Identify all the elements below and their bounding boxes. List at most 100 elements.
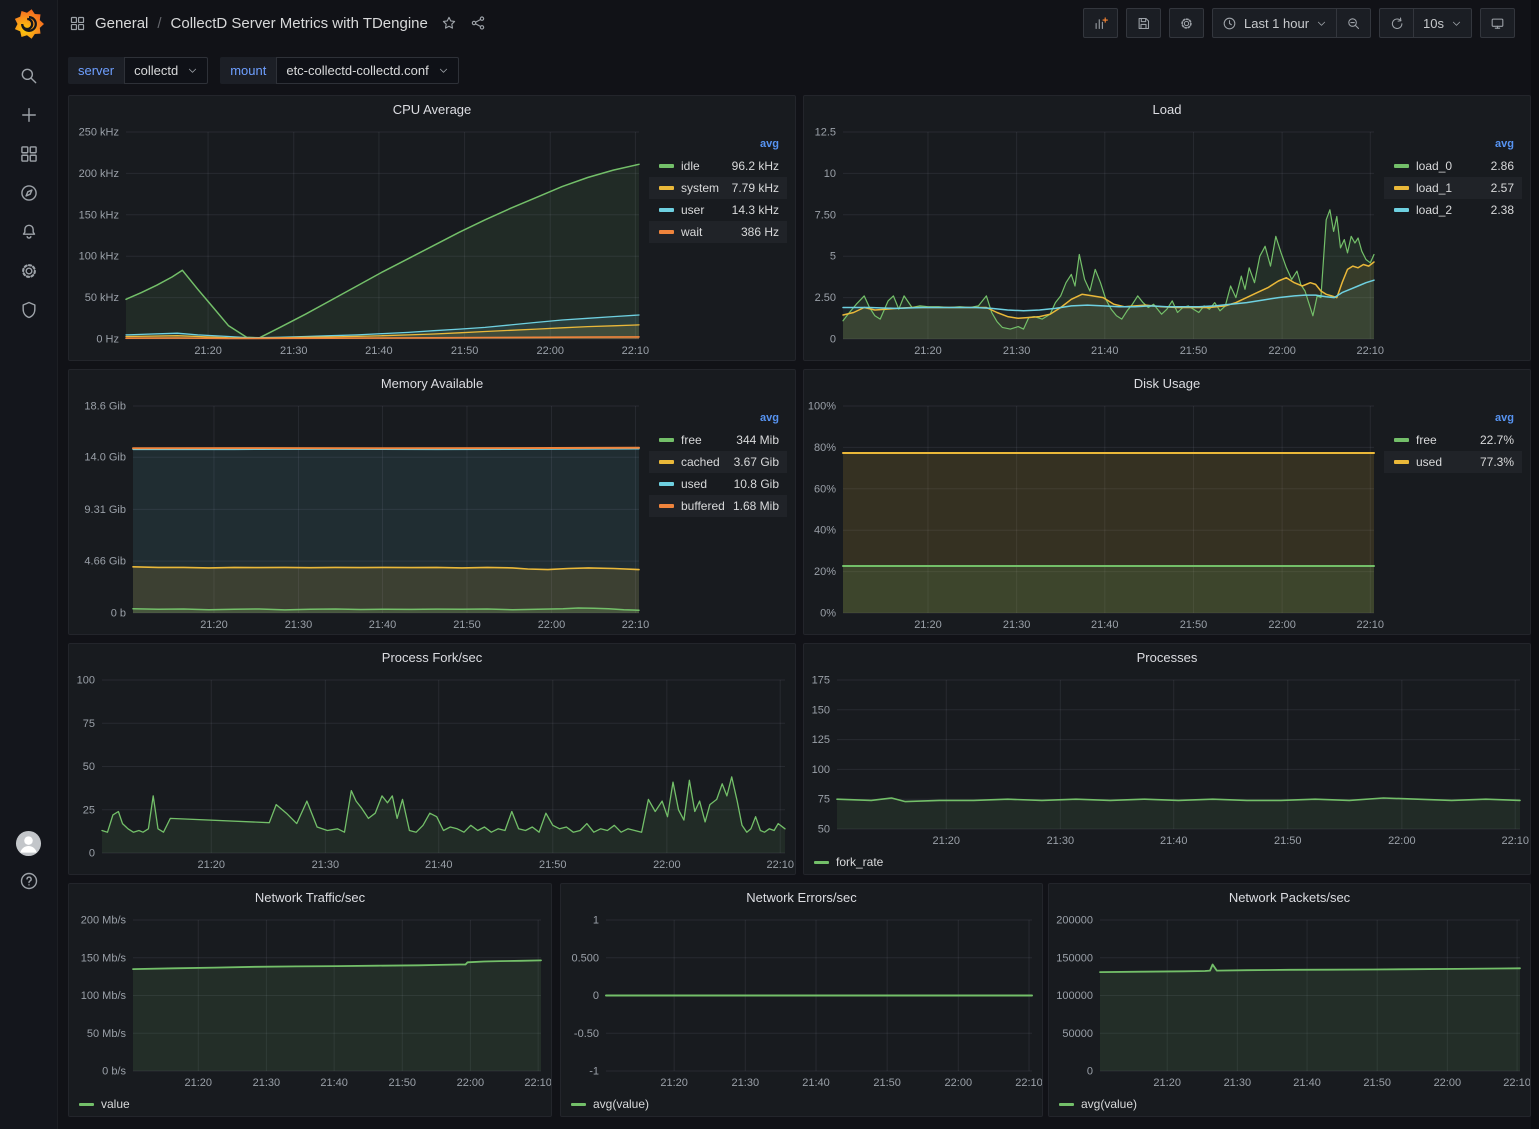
dashboard-settings-button[interactable] [1169,8,1204,38]
add-panel-button[interactable] [1083,8,1118,38]
svg-text:125: 125 [812,734,830,746]
server-admin-shield-icon[interactable] [19,300,39,320]
legend-row-system[interactable]: system7.79 kHz [649,177,787,199]
x-axis-labels: 21:2021:3021:4021:5022:0022:10 [933,835,1529,847]
svg-text:0 b: 0 b [111,608,126,620]
top-navigation-bar: General / CollectD Server Metrics with T… [57,0,1531,46]
legend-header[interactable]: avg [1384,410,1522,429]
dashboards-icon[interactable] [19,144,39,164]
chart-cpu-average[interactable]: 0 Hz50 kHz100 kHz150 kHz200 kHz250 kHz21… [69,122,649,360]
legend-header[interactable]: avg [1384,136,1522,155]
panel-title[interactable]: Network Traffic/sec [69,884,551,910]
page-scrollbar[interactable] [1531,0,1539,1129]
user-avatar[interactable] [15,830,42,857]
legend-row-load_1[interactable]: load_12.57 [1384,177,1522,199]
panel-title[interactable]: Load [804,96,1530,122]
legend-row-user[interactable]: user14.3 kHz [649,199,787,221]
grafana-logo[interactable] [13,8,45,40]
chart-network-traffic[interactable]: 0 b/s50 Mb/s100 Mb/s150 Mb/s200 Mb/s21:2… [69,910,551,1092]
svg-text:20%: 20% [814,566,836,578]
legend-series-name: load_1 [1416,181,1484,195]
series-color-dash [1394,438,1409,442]
search-icon[interactable] [19,66,39,86]
legend-header[interactable]: avg [649,410,787,429]
svg-text:21:20: 21:20 [185,1077,213,1089]
legend-item-avg(value)[interactable]: avg(value) [1059,1097,1137,1111]
breadcrumb-folder[interactable]: General [95,15,148,32]
legend-row-used[interactable]: used10.8 Gib [649,473,787,495]
legend-row-idle[interactable]: idle96.2 kHz [649,155,787,177]
svg-text:21:50: 21:50 [1180,619,1208,631]
monitor-icon [1490,16,1505,31]
panel-title[interactable]: Network Packets/sec [1049,884,1530,910]
chart-load[interactable]: 02.5057.501012.521:2021:3021:4021:5022:0… [804,122,1384,360]
create-plus-icon[interactable] [19,105,39,125]
series-fill-idle [126,164,639,339]
panel-title-text: Network Packets/sec [1229,890,1350,905]
chart-disk-usage[interactable]: 0%20%40%60%80%100%21:2021:3021:4021:5022… [804,396,1384,634]
legend-header[interactable]: avg [649,136,787,155]
svg-text:21:50: 21:50 [539,859,567,871]
legend-series-value: 344 Mib [736,433,779,447]
legend-item-value[interactable]: value [79,1097,130,1111]
chart-process-fork[interactable]: 025507510021:2021:3021:4021:5022:0022:10 [69,670,795,874]
configuration-gear-icon[interactable] [19,261,39,281]
time-range-picker[interactable]: Last 1 hour [1212,8,1337,38]
series-color-dash [814,861,829,864]
save-icon [1136,16,1151,31]
legend-row-load_2[interactable]: load_22.38 [1384,199,1522,221]
variable-server-label[interactable]: server [68,57,124,84]
save-dashboard-button[interactable] [1126,8,1161,38]
chart-network-errors[interactable]: -1-0.5000.500121:2021:3021:4021:5022:002… [561,910,1042,1092]
variable-server-value[interactable]: collectd [124,57,208,84]
svg-text:2.50: 2.50 [815,292,836,304]
svg-text:21:30: 21:30 [312,859,340,871]
svg-text:21:20: 21:20 [914,345,942,357]
svg-text:22:10: 22:10 [1357,345,1384,357]
chevron-down-icon [438,65,449,76]
panel-title[interactable]: Memory Available [69,370,795,396]
star-icon[interactable] [441,15,457,31]
panel-title[interactable]: CPU Average [69,96,795,122]
svg-text:21:40: 21:40 [1091,345,1119,357]
panel-title[interactable]: Network Errors/sec [561,884,1042,910]
svg-text:21:30: 21:30 [1047,835,1075,847]
legend-row-cached[interactable]: cached3.67 Gib [649,451,787,473]
variable-mount-value[interactable]: etc-collectd-collectd.conf [276,57,458,84]
svg-text:22:10: 22:10 [1503,1077,1530,1089]
dashboard-title[interactable]: CollectD Server Metrics with TDengine [171,15,428,32]
chart-network-packets[interactable]: 05000010000015000020000021:2021:3021:402… [1049,910,1530,1092]
legend-row-load_0[interactable]: load_02.86 [1384,155,1522,177]
legend-row-used[interactable]: used77.3% [1384,451,1522,473]
explore-compass-icon[interactable] [19,183,39,203]
svg-text:21:40: 21:40 [1091,619,1119,631]
svg-text:7.50: 7.50 [815,209,836,221]
refresh-button[interactable] [1379,8,1414,38]
svg-text:60%: 60% [814,483,836,495]
variable-mount-label[interactable]: mount [220,57,276,84]
alerting-bell-icon[interactable] [19,222,39,242]
svg-text:150: 150 [812,704,830,716]
refresh-interval-picker[interactable]: 10s [1414,8,1472,38]
chart-processes[interactable]: 507510012515017521:2021:3021:4021:5022:0… [804,670,1530,850]
share-icon[interactable] [470,15,486,31]
legend-row-wait[interactable]: wait386 Hz [649,221,787,243]
legend-row-free[interactable]: free344 Mib [649,429,787,451]
legend-item-avg(value)[interactable]: avg(value) [571,1097,649,1111]
legend-row-buffered[interactable]: buffered1.68 Mib [649,495,787,517]
panel-title[interactable]: Process Fork/sec [69,644,795,670]
svg-text:21:30: 21:30 [1224,1077,1252,1089]
panel-title[interactable]: Disk Usage [804,370,1530,396]
x-axis-labels: 21:2021:3021:4021:5022:0022:10 [200,619,649,631]
legend-row-free[interactable]: free22.7% [1384,429,1522,451]
legend-series-name: used [1416,455,1473,469]
chart-memory-available[interactable]: 0 b4.66 Gib9.31 Gib14.0 Gib18.6 Gib21:20… [69,396,649,634]
breadcrumb: General / CollectD Server Metrics with T… [69,15,486,32]
svg-text:100 Mb/s: 100 Mb/s [81,990,127,1002]
cycle-view-mode-button[interactable] [1480,8,1515,38]
help-icon[interactable] [19,871,39,891]
legend-item-fork_rate[interactable]: fork_rate [814,855,883,869]
svg-text:4.66 Gib: 4.66 Gib [84,556,126,568]
panel-title[interactable]: Processes [804,644,1530,670]
zoom-out-time-button[interactable] [1337,8,1371,38]
